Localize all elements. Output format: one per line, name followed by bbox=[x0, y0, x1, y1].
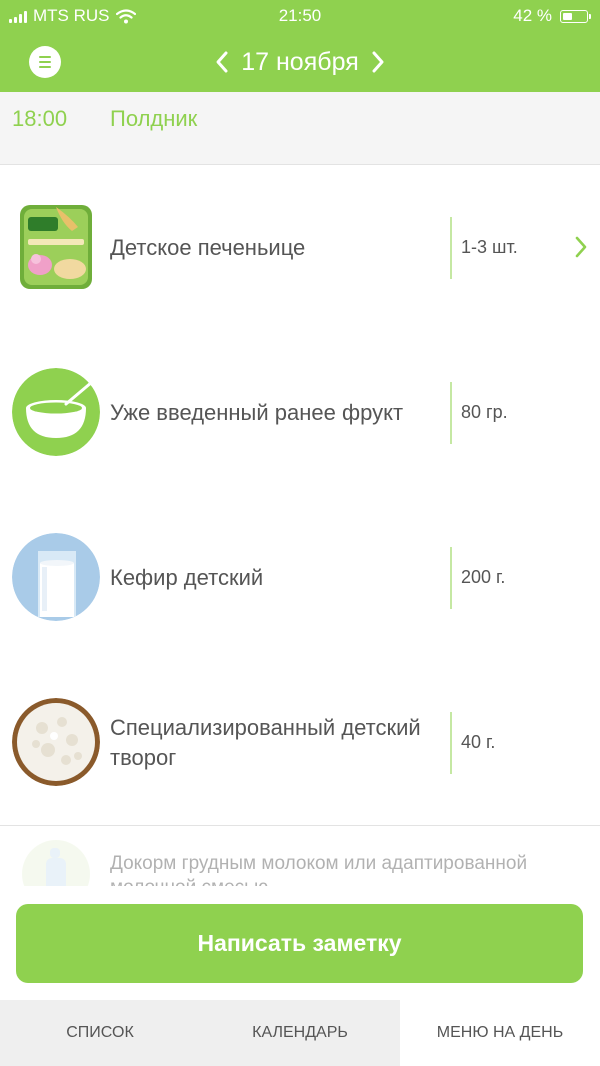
food-name: Кефир детский bbox=[110, 564, 264, 590]
baby-bottle-icon bbox=[22, 840, 90, 886]
cookie-box-icon bbox=[12, 203, 100, 291]
status-time: 21:50 bbox=[278, 6, 322, 25]
kefir-glass-icon bbox=[12, 533, 100, 621]
food-item[interactable]: Уже введенный ранее фрукт 80 гр. bbox=[0, 330, 600, 496]
tab-list[interactable]: Список bbox=[0, 1000, 200, 1066]
chevron-left-icon[interactable] bbox=[215, 50, 229, 74]
food-name: Докорм грудным молоком или адаптированно… bbox=[110, 853, 528, 886]
food-name: Специализированный детский творог bbox=[110, 714, 421, 770]
meal-time: 18:00 bbox=[12, 106, 68, 131]
divider bbox=[450, 217, 452, 279]
battery-icon bbox=[560, 9, 591, 23]
app-header: MTS RUS 21:50 42 % 17 ноября bbox=[0, 0, 600, 92]
food-item[interactable]: Кефир детский 200 г. bbox=[0, 495, 600, 661]
bowl-icon bbox=[12, 368, 100, 456]
tab-bar: Список Календарь Меню на день bbox=[0, 1000, 600, 1066]
battery-percent: 42 % bbox=[513, 6, 552, 25]
food-name: Детское печеньице bbox=[110, 234, 306, 260]
tab-calendar[interactable]: Календарь bbox=[200, 1000, 400, 1066]
food-amount: 1-3 шт. bbox=[461, 237, 518, 257]
food-item[interactable]: Детское печеньице 1-3 шт. bbox=[0, 165, 600, 331]
tab-day-menu[interactable]: Меню на день bbox=[400, 1000, 600, 1066]
chevron-right-icon[interactable] bbox=[574, 235, 588, 259]
date-navigator: 17 ноября bbox=[0, 44, 600, 80]
divider bbox=[450, 712, 452, 774]
cottage-cheese-icon bbox=[12, 698, 100, 786]
write-note-button[interactable]: Написать заметку bbox=[16, 904, 583, 983]
status-bar: MTS RUS 21:50 42 % bbox=[0, 0, 600, 32]
food-amount: 40 г. bbox=[461, 732, 496, 752]
meal-name: Полдник bbox=[110, 106, 198, 131]
meal-header: 18:00 Полдник bbox=[0, 92, 600, 165]
food-amount: 200 г. bbox=[461, 567, 506, 587]
food-item-partial[interactable]: Докорм грудным молоком или адаптированно… bbox=[0, 826, 600, 886]
food-item[interactable]: Специализированный детский творог 40 г. bbox=[0, 660, 600, 826]
chevron-right-icon[interactable] bbox=[371, 50, 385, 74]
current-date: 17 ноября bbox=[241, 47, 359, 76]
divider bbox=[450, 382, 452, 444]
food-amount: 80 гр. bbox=[461, 402, 508, 422]
food-name: Уже введенный ранее фрукт bbox=[110, 399, 404, 425]
divider bbox=[450, 547, 452, 609]
